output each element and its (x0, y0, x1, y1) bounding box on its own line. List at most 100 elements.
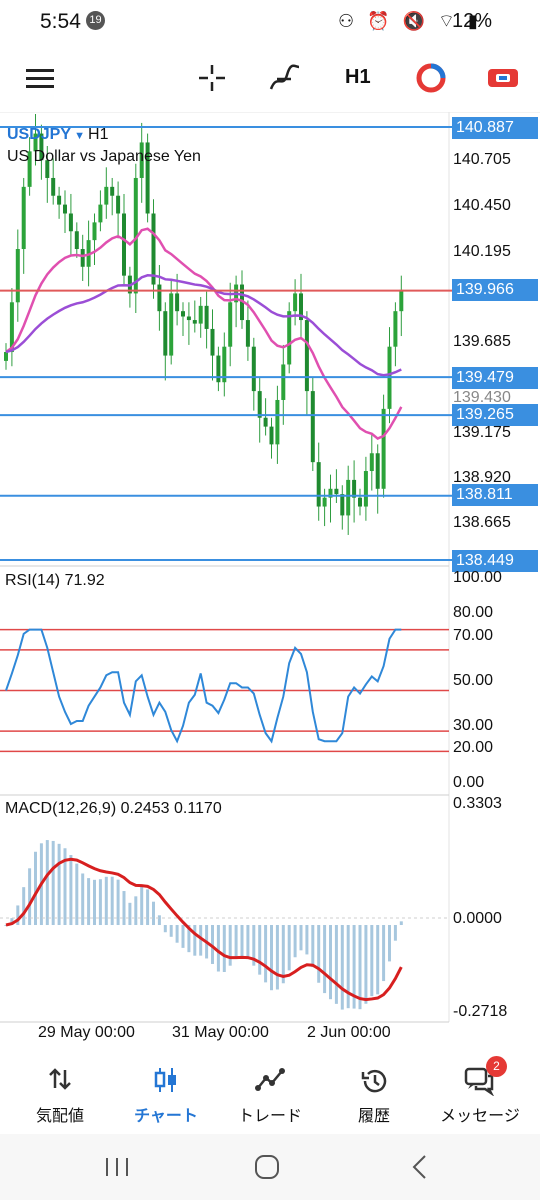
macd-bar (234, 925, 238, 958)
tab-trade[interactable]: トレード (216, 1048, 324, 1134)
candle-body (369, 453, 374, 472)
macd-bar (152, 901, 155, 926)
timeframe-button[interactable]: H1 (345, 44, 371, 112)
candle-body (21, 186, 26, 250)
candle-body (257, 391, 262, 418)
macd-axis-label: 0.0000 (453, 910, 502, 927)
macd-bar (110, 876, 114, 926)
moving-average-pink-line (5, 227, 403, 440)
tab-messages[interactable]: 2 メッセージ (426, 1048, 534, 1134)
time-axis-label: 29 May 00:00 (38, 1024, 135, 1041)
rsi-axis-label: 30.00 (453, 717, 494, 734)
tab-quotes[interactable]: 気配値 (6, 1048, 114, 1134)
one-click-trading-icon (416, 63, 446, 93)
candle-body (316, 462, 321, 507)
candle-body (363, 471, 368, 507)
macd-bar (376, 925, 380, 995)
macd-bar (317, 925, 321, 983)
candle-body (51, 177, 56, 196)
macd-bar (346, 925, 350, 1009)
macd-bar (293, 925, 297, 958)
level-label[interactable]: 140.887 (452, 117, 538, 139)
macd-bar (163, 925, 167, 933)
symbol-description: US Dollar vs Japanese Yen (7, 148, 201, 165)
tab-chart[interactable]: チャート (112, 1048, 220, 1134)
macd-histogram (4, 840, 403, 1010)
trade-panel-button[interactable] (486, 44, 520, 112)
messages-badge: 2 (486, 1056, 507, 1077)
macd-bar (157, 915, 161, 926)
macd-bar (134, 896, 138, 926)
macd-bar (51, 840, 55, 926)
candle-body (228, 302, 233, 347)
macd-bar (87, 878, 91, 926)
macd-bar (98, 879, 102, 926)
recent-apps-icon[interactable] (104, 1156, 130, 1178)
price-label: 139.685 (453, 333, 511, 350)
macd-bar (116, 879, 120, 926)
macd-bar (370, 925, 374, 997)
macd-bar (181, 925, 185, 948)
price-label: 140.450 (453, 197, 511, 214)
level-label[interactable]: 139.265 (452, 404, 538, 426)
macd-bar (388, 925, 391, 962)
hamburger-icon (26, 69, 54, 88)
candles-icon (154, 1068, 176, 1092)
history-icon (361, 1069, 387, 1093)
rsi-title: RSI(14) 71.92 (5, 572, 105, 589)
tab-label: トレード (237, 1108, 302, 1125)
level-label[interactable]: 139.479 (452, 367, 538, 389)
macd-bar (146, 889, 150, 926)
candle-body (181, 311, 185, 317)
macd-bar (45, 840, 49, 926)
home-icon[interactable] (254, 1154, 280, 1180)
level-label[interactable]: 138.811 (452, 484, 538, 506)
macd-axis-label: -0.2718 (453, 1003, 508, 1020)
macd-bar (128, 902, 132, 926)
rsi-axis-label: 80.00 (453, 604, 494, 621)
macd-bar (305, 925, 309, 955)
rsi-axis-label: 0.00 (453, 774, 485, 791)
macd-title: MACD(12,26,9) 0.2453 0.1170 (5, 800, 222, 817)
macd-bar (81, 873, 85, 926)
rsi-level-lines (0, 628, 449, 753)
candle-body (245, 320, 250, 347)
candle-body (15, 249, 20, 303)
chart-toolbar: H1 (0, 44, 540, 112)
candle-body (216, 355, 221, 383)
one-click-trading-button[interactable] (414, 44, 448, 112)
tab-history[interactable]: 履歴 (320, 1048, 428, 1134)
macd-bar (93, 879, 96, 926)
rsi-axis-label: 100.00 (453, 569, 502, 586)
level-label[interactable]: 139.966 (452, 279, 538, 301)
candle-body (204, 305, 209, 329)
price-label: 139.175 (453, 424, 511, 441)
trend-icon (255, 1068, 285, 1091)
sort-arrows-icon (49, 1068, 71, 1090)
candle-body (169, 293, 174, 356)
system-navigation-bar (0, 1134, 540, 1200)
candle-body (310, 391, 315, 463)
candle-body (375, 453, 380, 489)
macd-bar (287, 925, 291, 971)
macd-bar (246, 925, 250, 959)
back-icon[interactable] (410, 1154, 428, 1180)
menu-button[interactable] (24, 44, 56, 112)
crosshair-button[interactable] (196, 44, 228, 112)
symbol-header[interactable]: USDJPY ▼ H1 (7, 126, 108, 144)
status-bar: 5:54 19 ⚇ ⏰ 🔇 ⌔ ▮ 12% (0, 0, 540, 44)
symbol-name: USDJPY (7, 126, 72, 143)
rsi-axis-label: 70.00 (453, 627, 494, 644)
candlestick-series (4, 114, 404, 535)
indicators-button[interactable] (266, 44, 302, 112)
status-time: 5:54 (40, 10, 81, 33)
macd-bar (364, 925, 368, 1004)
candle-body (251, 346, 256, 392)
candle-body (116, 195, 121, 214)
candle-body (340, 494, 345, 516)
candle-body (304, 320, 309, 392)
macd-bar (169, 925, 173, 937)
tab-label: 履歴 (357, 1108, 390, 1125)
macd-bar (258, 925, 262, 975)
macd-bar (323, 925, 327, 994)
